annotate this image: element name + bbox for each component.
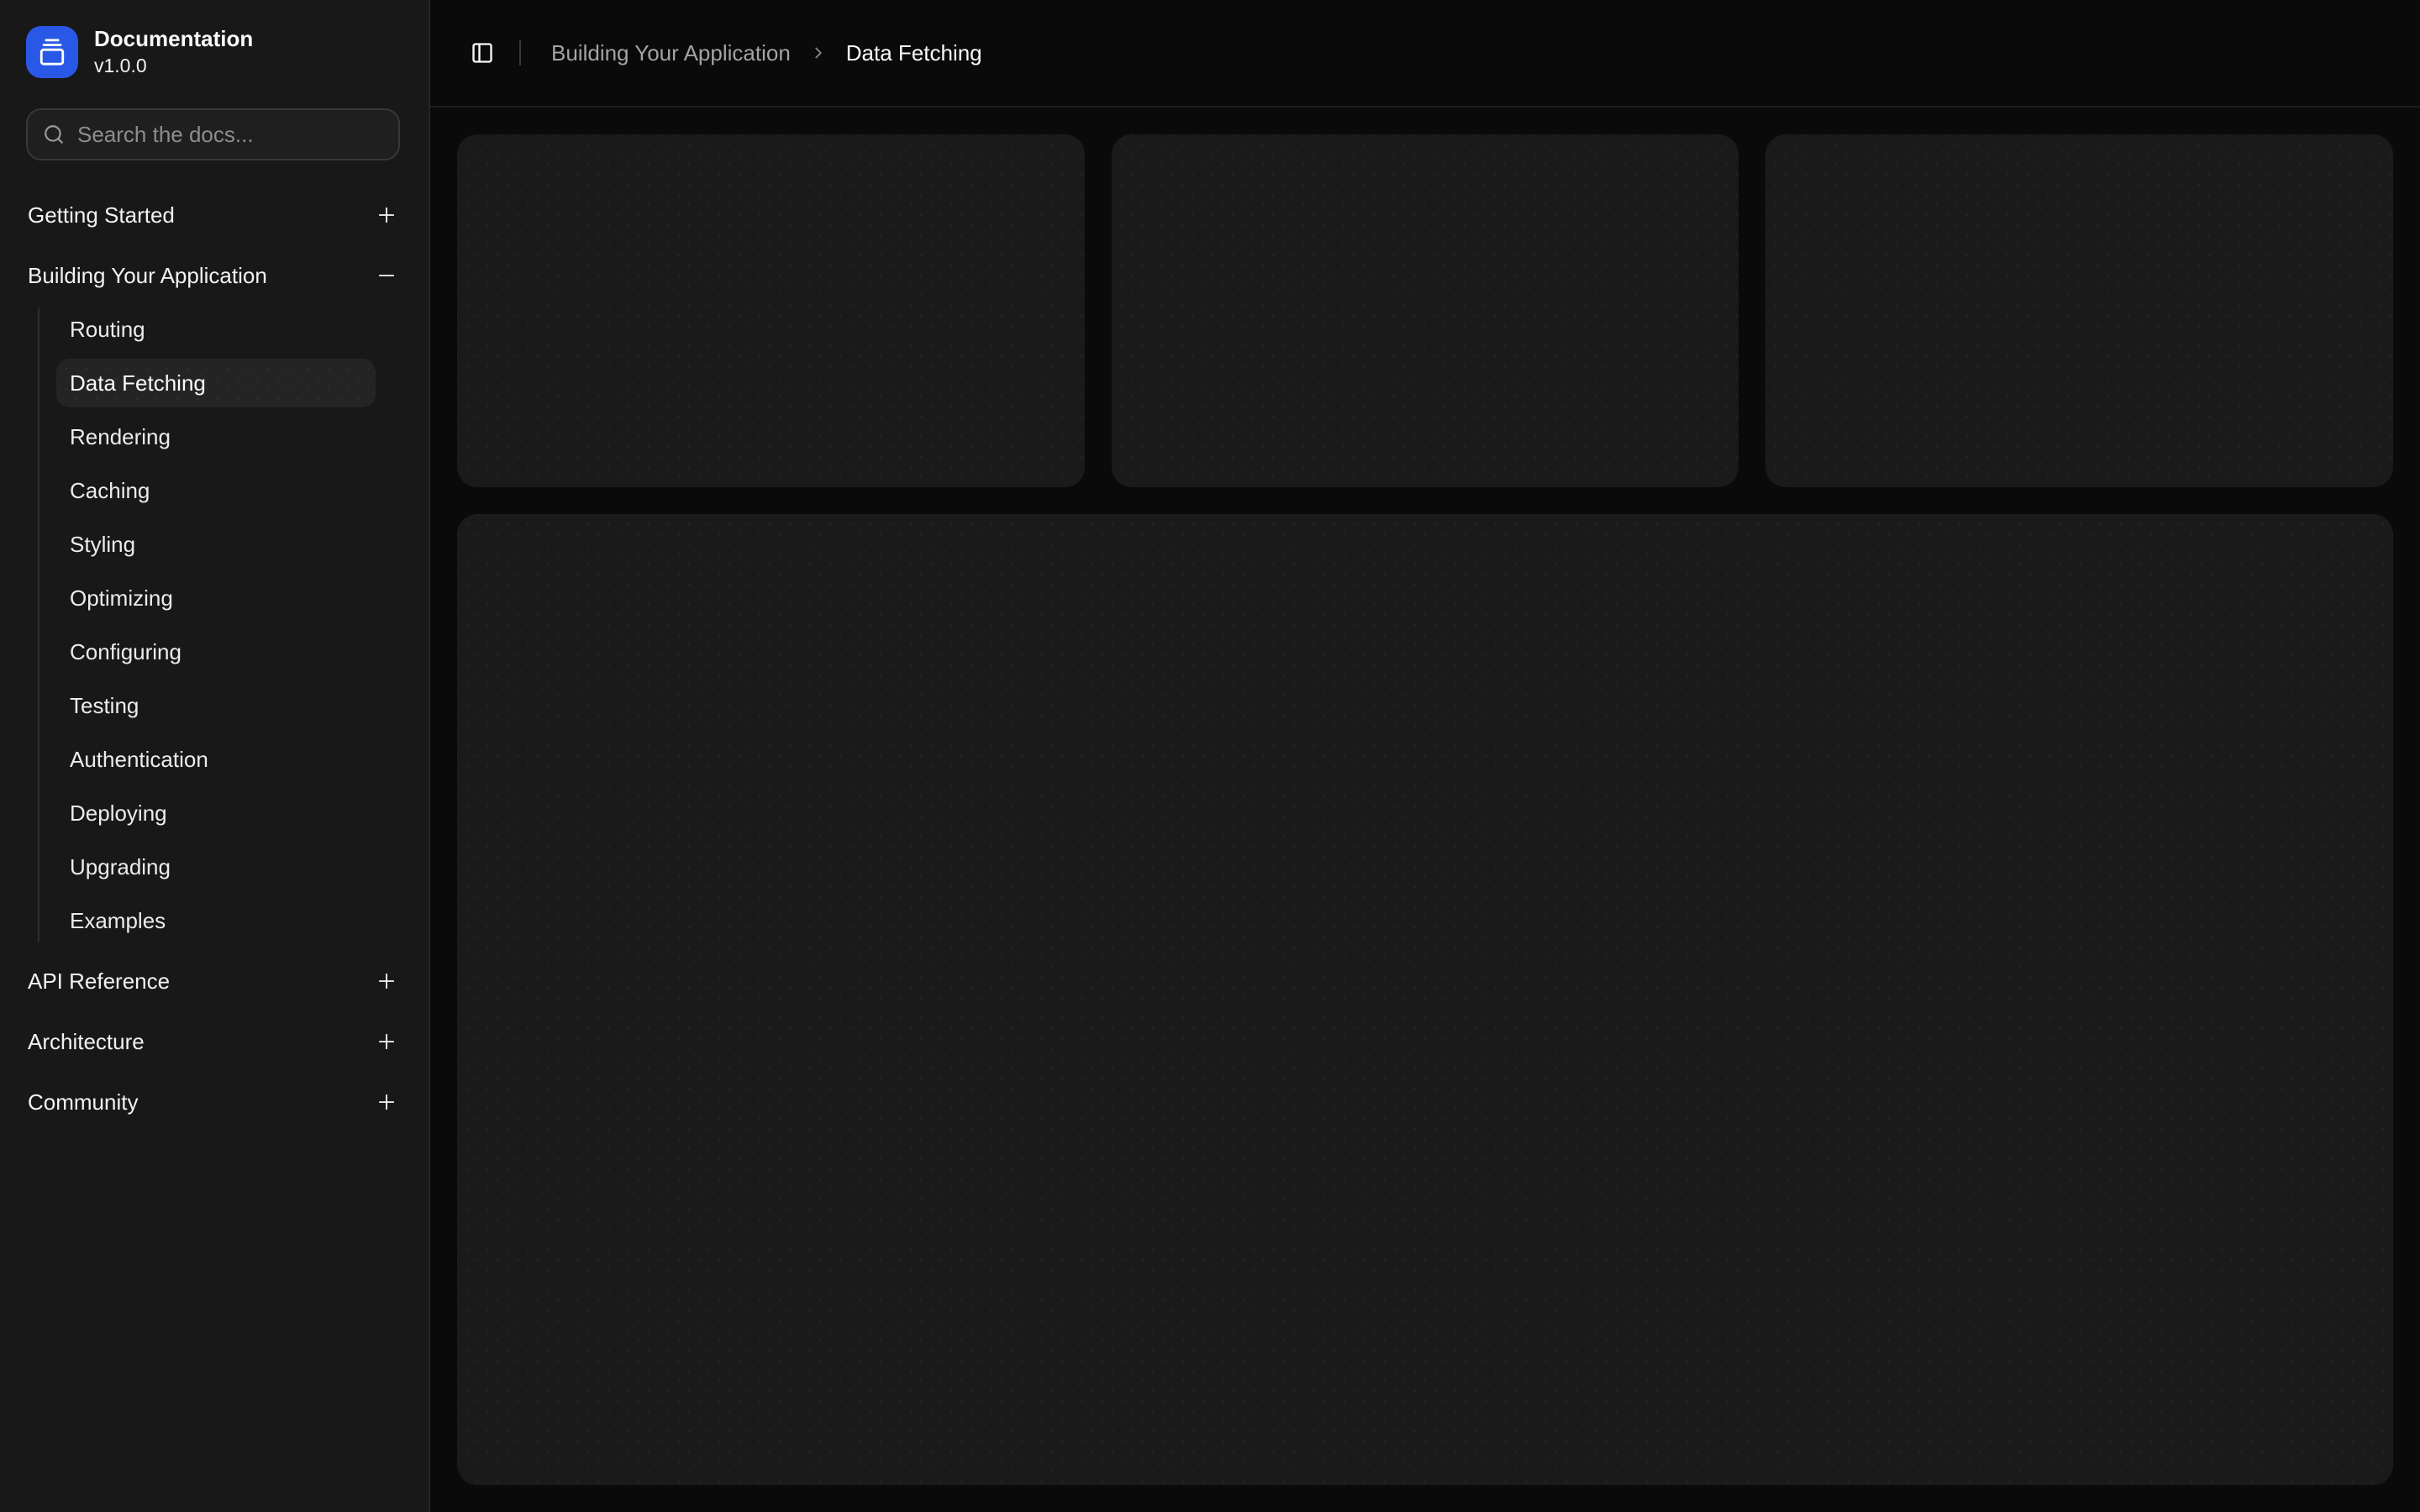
- sidebar-section-api-reference[interactable]: API Reference: [0, 954, 429, 1008]
- sidebar-item-label: Authentication: [70, 746, 208, 772]
- sub-row: Rendering: [56, 410, 429, 464]
- topbar-separator: [519, 40, 521, 66]
- sidebar-section-getting-started[interactable]: Getting Started: [0, 188, 429, 242]
- section-label: Community: [28, 1089, 139, 1115]
- plus-icon[interactable]: [375, 969, 398, 993]
- sidebar-nav: Getting Started Building Your Applicatio…: [0, 188, 429, 1136]
- placeholder-cards-row: [457, 134, 2393, 487]
- topbar: Building Your Application Data Fetching: [430, 0, 2420, 108]
- panel-left-icon: [471, 41, 494, 65]
- sidebar-item-label: Deploying: [70, 800, 167, 826]
- sidebar-section-community[interactable]: Community: [0, 1075, 429, 1129]
- sidebar-item-deploying[interactable]: Deploying: [56, 789, 376, 837]
- sidebar-item-label: Caching: [70, 477, 150, 503]
- section-label: Building Your Application: [28, 262, 267, 288]
- search-input[interactable]: [77, 121, 383, 148]
- sidebar-item-data-fetching[interactable]: Data Fetching: [56, 359, 376, 407]
- section-label: API Reference: [28, 968, 171, 994]
- chevron-right-icon: [809, 44, 828, 62]
- breadcrumb-current-page: Data Fetching: [845, 39, 982, 66]
- sidebar-item-label: Styling: [70, 531, 136, 557]
- sub-row: Styling: [56, 517, 429, 571]
- sidebar-item-rendering[interactable]: Rendering: [56, 412, 376, 461]
- sidebar-item-label: Examples: [70, 907, 166, 933]
- sidebar-toggle-button[interactable]: [464, 34, 501, 71]
- sub-row: Testing: [56, 679, 429, 732]
- sub-row: Upgrading: [56, 840, 429, 894]
- sub-row: Authentication: [56, 732, 429, 786]
- gallery-vertical-end-icon: [38, 38, 66, 66]
- sidebar-item-configuring[interactable]: Configuring: [56, 627, 376, 676]
- sidebar-section-architecture[interactable]: Architecture: [0, 1015, 429, 1068]
- breadcrumb-parent-link[interactable]: Building Your Application: [551, 40, 791, 66]
- breadcrumb: Building Your Application Data Fetching: [551, 40, 982, 66]
- sidebar-item-examples[interactable]: Examples: [56, 896, 376, 945]
- sub-row: Caching: [56, 464, 429, 517]
- app-logo[interactable]: [26, 25, 78, 78]
- sidebar-item-label: Configuring: [70, 638, 182, 664]
- placeholder-card: [1765, 134, 2393, 487]
- search-icon: [43, 123, 65, 145]
- placeholder-card: [1111, 134, 1739, 487]
- sidebar-item-caching[interactable]: Caching: [56, 466, 376, 515]
- sidebar-item-label: Rendering: [70, 423, 171, 449]
- plus-icon[interactable]: [375, 203, 398, 227]
- app-title-block: Documentation v1.0.0: [94, 25, 253, 78]
- app-version: v1.0.0: [94, 55, 147, 76]
- app-window: Documentation v1.0.0 Getting Started: [0, 0, 2420, 1512]
- sub-row: Examples: [56, 894, 429, 948]
- sidebar-item-testing[interactable]: Testing: [56, 681, 376, 730]
- sidebar-item-label: Routing: [70, 316, 145, 342]
- sidebar-item-optimizing[interactable]: Optimizing: [56, 574, 376, 622]
- sidebar-item-label: Testing: [70, 692, 139, 718]
- sub-row: Data Fetching: [56, 356, 429, 410]
- sidebar-item-label: Optimizing: [70, 585, 173, 611]
- section-label: Architecture: [28, 1028, 145, 1054]
- main-area: Building Your Application Data Fetching: [430, 0, 2420, 1512]
- sub-row: Configuring: [56, 625, 429, 679]
- sidebar-item-upgrading[interactable]: Upgrading: [56, 843, 376, 891]
- search-box[interactable]: [26, 108, 400, 160]
- sidebar-header: Documentation v1.0.0: [0, 0, 429, 78]
- minus-icon[interactable]: [375, 264, 398, 287]
- sidebar-item-authentication[interactable]: Authentication: [56, 735, 376, 784]
- sidebar-item-styling[interactable]: Styling: [56, 520, 376, 569]
- sidebar-section-building-your-application[interactable]: Building Your Application: [0, 249, 429, 302]
- placeholder-panel: [457, 514, 2393, 1485]
- sidebar-sublist-building-your-application: Routing Data Fetching Rendering Caching …: [0, 302, 429, 948]
- sidebar-item-label: Data Fetching: [70, 370, 206, 396]
- sub-row: Routing: [56, 302, 429, 356]
- sidebar-item-routing[interactable]: Routing: [56, 305, 376, 354]
- sidebar: Documentation v1.0.0 Getting Started: [0, 0, 430, 1512]
- section-label: Getting Started: [28, 202, 175, 228]
- plus-icon[interactable]: [375, 1090, 398, 1114]
- page-content: [430, 108, 2420, 1512]
- sidebar-item-label: Upgrading: [70, 853, 171, 879]
- placeholder-card: [457, 134, 1085, 487]
- sub-row: Deploying: [56, 786, 429, 840]
- plus-icon[interactable]: [375, 1030, 398, 1053]
- sub-row: Optimizing: [56, 571, 429, 625]
- app-title: Documentation: [94, 26, 254, 51]
